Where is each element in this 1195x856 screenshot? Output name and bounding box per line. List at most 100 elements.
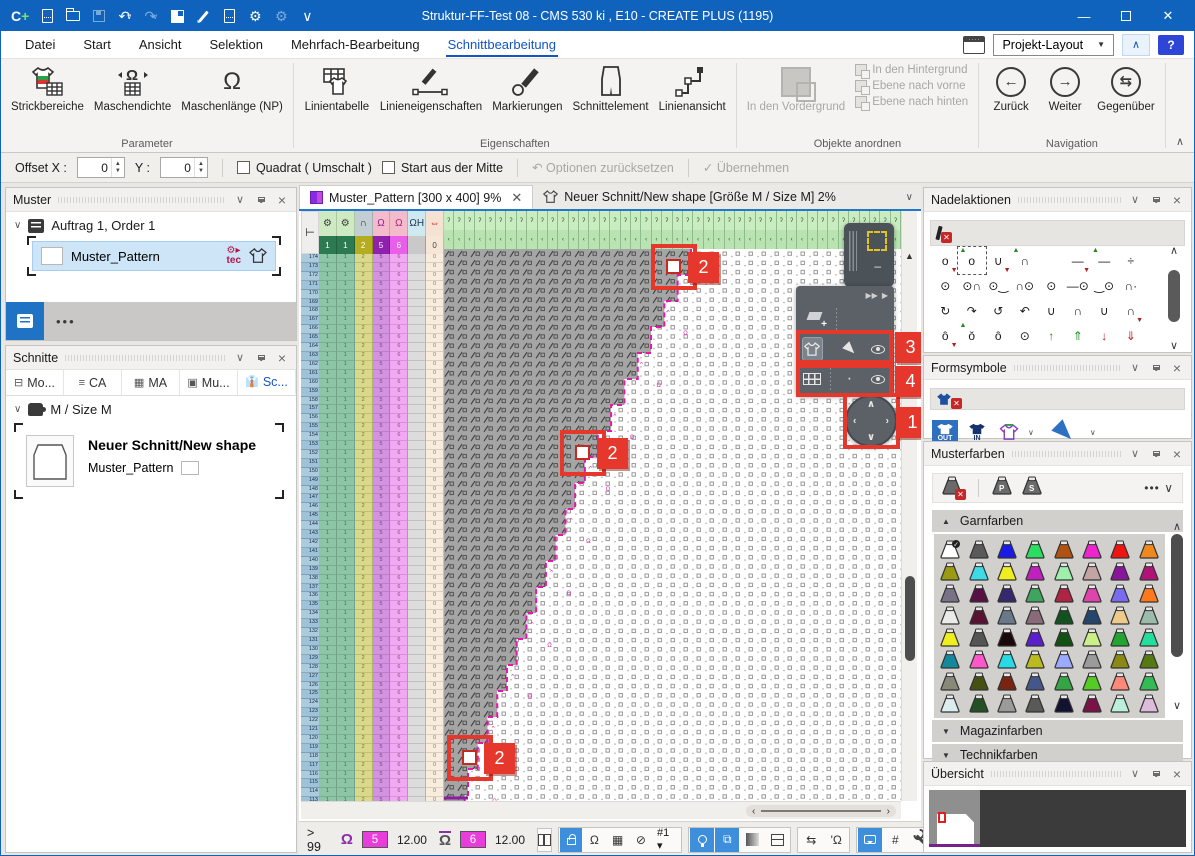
control-cell[interactable]: 0	[426, 459, 444, 468]
needle-action-symbol[interactable]: ô	[985, 323, 1012, 348]
control-cell[interactable]: 6	[390, 441, 408, 450]
magazinfarben-section-header[interactable]: ▼ Magazinfarben	[932, 720, 1183, 742]
control-cell[interactable]: 1	[337, 637, 355, 646]
needle-cell[interactable]: ʔ	[558, 211, 568, 230]
pattern-row[interactable]: 138112560	[301, 575, 444, 584]
control-cell[interactable]: 1	[337, 432, 355, 441]
control-cell[interactable]: 0	[426, 397, 444, 406]
needle-cell[interactable]: ‹	[558, 230, 568, 249]
control-cell[interactable]: 0	[426, 682, 444, 691]
yarn-color-swatch[interactable]	[964, 626, 992, 648]
control-cell[interactable]: 1	[319, 299, 337, 308]
loop-direction-button[interactable]: 'Ω	[824, 828, 848, 852]
needle-cell[interactable]: ʔ	[538, 211, 548, 230]
vertical-scrollbar[interactable]: ▲	[901, 211, 917, 801]
needle-cell[interactable]: ‹	[787, 230, 797, 249]
maschenlaenge-button[interactable]: Ω Maschenlänge (NP)	[177, 62, 287, 115]
control-cell[interactable]: 5	[373, 352, 391, 361]
yarn-color-swatch[interactable]	[1078, 648, 1106, 670]
control-cell[interactable]: 1	[319, 388, 337, 397]
module-grid-button[interactable]: ▦	[607, 828, 629, 852]
control-cell[interactable]	[408, 708, 426, 717]
control-cell[interactable]: 5	[373, 379, 391, 388]
control-cell[interactable]: 0	[426, 779, 444, 788]
yarn-cone-icon[interactable]	[968, 584, 990, 603]
control-cell[interactable]: 1	[337, 646, 355, 655]
control-cell[interactable]: 1	[337, 521, 355, 530]
control-cell[interactable]: 2	[355, 397, 373, 406]
needle-action-symbol[interactable]: ↷	[959, 298, 986, 323]
yarn-color-swatch[interactable]	[1106, 626, 1134, 648]
add-color-button[interactable]: S	[1021, 476, 1043, 500]
control-cell[interactable]: 1	[337, 762, 355, 771]
control-cell[interactable]	[408, 575, 426, 584]
control-cell[interactable]: 1	[337, 468, 355, 477]
control-cell[interactable]: 5	[373, 788, 391, 797]
needle-cell[interactable]: ‹	[569, 230, 579, 249]
control-cell[interactable]: 6	[390, 281, 408, 290]
control-cell[interactable]: 1	[319, 637, 337, 646]
control-column-header[interactable]: 5	[373, 236, 391, 254]
yarn-color-swatch[interactable]	[964, 604, 992, 626]
control-column-icon[interactable]: ΩΗ	[408, 211, 426, 236]
control-cell[interactable]: 1	[319, 512, 337, 521]
control-column-header[interactable]: 6	[390, 236, 408, 254]
control-cell[interactable]: 5	[373, 610, 391, 619]
yarn-color-swatch[interactable]	[936, 582, 964, 604]
control-cell[interactable]	[408, 477, 426, 486]
yarn-cone-icon[interactable]	[996, 606, 1018, 625]
pattern-row[interactable]: 128112560	[301, 664, 444, 673]
pattern-row[interactable]: 119112560	[301, 744, 444, 753]
control-cell[interactable]: 1	[319, 575, 337, 584]
control-cell[interactable]: 0	[426, 601, 444, 610]
pattern-row[interactable]: 147112560	[301, 494, 444, 503]
yarn-color-swatch[interactable]	[1021, 648, 1049, 670]
pattern-row[interactable]: 117112560	[301, 762, 444, 771]
control-cell[interactable]: 6	[390, 503, 408, 512]
control-cell[interactable]	[408, 771, 426, 780]
pattern-row[interactable]: 132112560	[301, 628, 444, 637]
yarn-color-swatch[interactable]	[936, 560, 964, 582]
control-cell[interactable]	[408, 610, 426, 619]
control-column-icon[interactable]: Ω	[373, 211, 391, 236]
control-cell[interactable]: 0	[426, 325, 444, 334]
control-cell[interactable]: 5	[373, 281, 391, 290]
control-cell[interactable]: 6	[390, 316, 408, 325]
needle-cell[interactable]: ‹	[621, 230, 631, 249]
needle-cell[interactable]: ‹	[766, 230, 776, 249]
needle-cell[interactable]: ʔ	[610, 211, 620, 230]
control-cell[interactable]: 5	[373, 753, 391, 762]
yarn-cone-icon[interactable]	[1081, 694, 1103, 713]
control-cell[interactable]: 1	[337, 263, 355, 272]
control-cell[interactable]: 1	[337, 316, 355, 325]
control-cell[interactable]: 1	[319, 325, 337, 334]
pattern-row[interactable]: 135112560	[301, 601, 444, 610]
control-cell[interactable]: 0	[426, 512, 444, 521]
gradient-view-button[interactable]	[740, 828, 764, 852]
control-cell[interactable]: 2	[355, 682, 373, 691]
yarn-color-swatch[interactable]	[964, 582, 992, 604]
yarn-cone-icon[interactable]	[1138, 650, 1160, 669]
yarn-color-swatch[interactable]	[993, 626, 1021, 648]
yarn-cone-icon[interactable]	[1024, 628, 1046, 647]
needle-cell[interactable]: ‹	[818, 230, 828, 249]
control-cell[interactable]: 6	[390, 592, 408, 601]
tab-mehrfach-bearbeitung[interactable]: Mehrfach-Bearbeitung	[277, 33, 434, 56]
control-cell[interactable]: 5	[373, 254, 391, 263]
control-cell[interactable]: 5	[373, 628, 391, 637]
control-cell[interactable]: 6	[390, 779, 408, 788]
needle-action-symbol[interactable]	[1038, 248, 1065, 273]
pattern-row[interactable]: 155112560	[301, 423, 444, 432]
control-cell[interactable]: 6	[390, 397, 408, 406]
panel-layout-icon[interactable]: ····	[963, 36, 985, 54]
scroll-up-icon[interactable]: ∧	[1165, 244, 1183, 257]
pattern-row[interactable]: 166112560	[301, 325, 444, 334]
maschendichte-button[interactable]: Ω Maschendichte	[90, 62, 175, 115]
control-cell[interactable]: 2	[355, 762, 373, 771]
yarn-cone-icon[interactable]	[1053, 628, 1075, 647]
needle-action-symbol[interactable]: ∩▼	[1118, 298, 1145, 323]
more-options-button[interactable]: ••• ∨	[1144, 481, 1174, 495]
expander-icon[interactable]: ∨	[14, 220, 21, 231]
tab-ma[interactable]: ▦MA	[122, 370, 180, 395]
control-cell[interactable]: 5	[373, 592, 391, 601]
